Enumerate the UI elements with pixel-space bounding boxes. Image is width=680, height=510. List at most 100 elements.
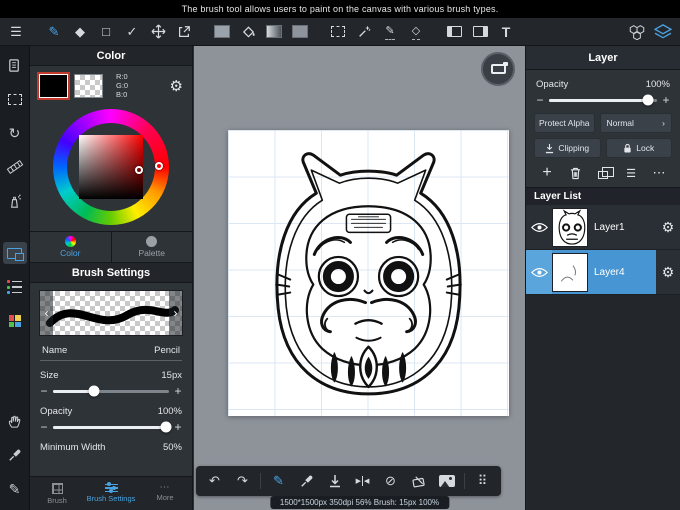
tab-color[interactable]: Color (30, 232, 112, 262)
toolbar-divider (260, 473, 261, 489)
size-label: Size (40, 369, 59, 381)
navigator-button[interactable] (481, 52, 515, 86)
more-dots-icon: ⋯ (159, 482, 171, 493)
secondary-swatch[interactable] (287, 20, 313, 44)
redo-icon[interactable]: ↷ (229, 468, 256, 494)
layer-list-icon[interactable]: ☰ (622, 165, 640, 181)
brush-opacity-label: Opacity (40, 405, 73, 417)
canvas[interactable] (228, 130, 509, 416)
brush-settings-title: Brush Settings (30, 263, 192, 283)
layer-buttons-row-1: Protect Alpha Normal › (534, 113, 672, 133)
color-settings-gear-icon[interactable]: ⚙ (170, 77, 183, 95)
pages-icon[interactable] (3, 54, 27, 76)
delete-layer-icon[interactable] (566, 165, 584, 181)
brush-grid-icon (51, 482, 63, 494)
layer-row-1[interactable]: Layer1 ⚙ (526, 205, 680, 250)
opacity-plus[interactable]: + (174, 421, 182, 433)
tab-brush-settings[interactable]: Brush Settings (84, 477, 138, 510)
hue-marker[interactable] (155, 162, 163, 170)
layer4-thumbnail[interactable] (552, 252, 588, 292)
sv-marker[interactable] (135, 166, 143, 174)
saturation-value-square[interactable] (79, 135, 143, 199)
size-minus[interactable]: − (40, 385, 48, 397)
gradient-tool-icon[interactable] (261, 20, 287, 44)
size-plus[interactable]: + (174, 385, 182, 397)
rotate-view-icon[interactable]: ↻ (3, 122, 27, 144)
marquee-select-icon[interactable] (325, 20, 351, 44)
eraser-tool-icon[interactable]: ◆ (67, 20, 93, 44)
menu-icon[interactable]: ☰ (3, 20, 29, 44)
add-layer-icon[interactable]: + (538, 164, 556, 181)
background-swatch[interactable] (74, 73, 103, 98)
daruma-drawing (275, 152, 462, 396)
panel-toggle-icon[interactable] (467, 20, 493, 44)
layers-panel-icon[interactable] (650, 20, 676, 44)
blend-mode-button[interactable]: Normal › (599, 113, 672, 133)
color-tab-icon (64, 236, 76, 247)
ruler-icon[interactable] (3, 156, 27, 178)
layer4-gear-icon[interactable]: ⚙ (656, 250, 680, 294)
layer-row-2-selected[interactable]: Layer4 ⚙ (526, 250, 680, 295)
next-brush-arrow[interactable]: › (169, 291, 182, 335)
left-panel-tabs: Brush Brush Settings ⋯ More (30, 476, 192, 510)
move-tool-icon[interactable] (145, 20, 171, 44)
material-list-icon[interactable] (3, 276, 27, 298)
layer1-name: Layer1 (594, 221, 625, 233)
tab-more[interactable]: ⋯ More (138, 477, 192, 510)
text-tool-icon[interactable]: T (493, 20, 519, 44)
eyedropper-tool-icon[interactable] (3, 444, 27, 466)
shape-tool-icon[interactable]: □ (93, 20, 119, 44)
duplicate-layer-icon[interactable] (594, 165, 614, 181)
opacity-minus[interactable]: − (40, 421, 48, 433)
layer4-visibility-eye-icon[interactable] (526, 250, 552, 294)
foreground-swatch[interactable] (37, 71, 70, 100)
protect-alpha-button[interactable]: Protect Alpha (534, 113, 595, 133)
undo-icon[interactable]: ↶ (201, 468, 228, 494)
lock-button[interactable]: Lock (605, 138, 672, 158)
main-toolbar: ☰ ✎ ◆ □ ✓ ✎ ◇ T (0, 18, 680, 46)
clear-eraser-icon[interactable] (405, 468, 432, 494)
brush-size-slider[interactable]: − + (30, 383, 192, 399)
layer-opacity-plus[interactable]: + (662, 94, 670, 106)
brush-tool-icon[interactable]: ✎ (41, 20, 67, 44)
select-pen-icon[interactable]: ✎ (377, 20, 403, 44)
layer-more-icon[interactable]: ⋯ (650, 165, 668, 181)
clipping-button[interactable]: Clipping (534, 138, 601, 158)
prev-brush-arrow[interactable]: ‹ (40, 291, 53, 335)
flip-horizontal-icon[interactable]: ▶ ◀ (349, 468, 376, 494)
brush-opacity-slider[interactable]: − + (30, 419, 192, 435)
layer-opacity-value: 100% (645, 78, 670, 90)
eyedropper-icon[interactable] (293, 468, 320, 494)
layer-panel: Layer Opacity 100% − + Protect Alpha Nor… (525, 46, 680, 510)
toolbar-divider-2 (464, 473, 465, 489)
selection-icon[interactable] (3, 88, 27, 110)
image-icon[interactable] (433, 468, 460, 494)
layer-opacity-slider[interactable]: − + (526, 92, 680, 108)
export-icon[interactable] (171, 20, 197, 44)
window-panel-icon[interactable] (2, 242, 27, 264)
layer1-gear-icon[interactable]: ⚙ (656, 205, 680, 249)
pen-check-tool-icon[interactable]: ✓ (119, 20, 145, 44)
split-panel-icon[interactable] (441, 20, 467, 44)
drag-handle-icon[interactable]: ⠿ (469, 468, 496, 494)
tab-brush[interactable]: Brush (30, 477, 84, 510)
layer1-visibility-eye-icon[interactable] (526, 205, 552, 249)
save-icon[interactable] (321, 468, 348, 494)
paint-bucket-icon[interactable] (235, 20, 261, 44)
airbrush-icon[interactable] (3, 190, 27, 212)
no-draw-icon[interactable]: ⊘ (377, 468, 404, 494)
tab-palette[interactable]: Palette (112, 232, 193, 262)
pencil-tool-icon[interactable]: ✎ (3, 478, 27, 500)
hand-tool-icon[interactable] (3, 410, 27, 432)
magic-wand-icon[interactable] (351, 20, 377, 44)
color-grid-icon[interactable] (3, 310, 27, 332)
layer1-thumbnail[interactable] (552, 207, 588, 247)
select-eraser-icon[interactable]: ◇ (403, 20, 429, 44)
brush-size-row: Size 15px (30, 367, 192, 383)
hue-ring[interactable] (53, 109, 169, 225)
brush-cursor-icon[interactable]: ✎ (265, 468, 292, 494)
cloud-team-icon[interactable] (624, 20, 650, 44)
fill-color-swatch[interactable] (209, 20, 235, 44)
brush-name-row[interactable]: Name Pencil (40, 343, 182, 361)
layer-opacity-minus[interactable]: − (536, 94, 544, 106)
